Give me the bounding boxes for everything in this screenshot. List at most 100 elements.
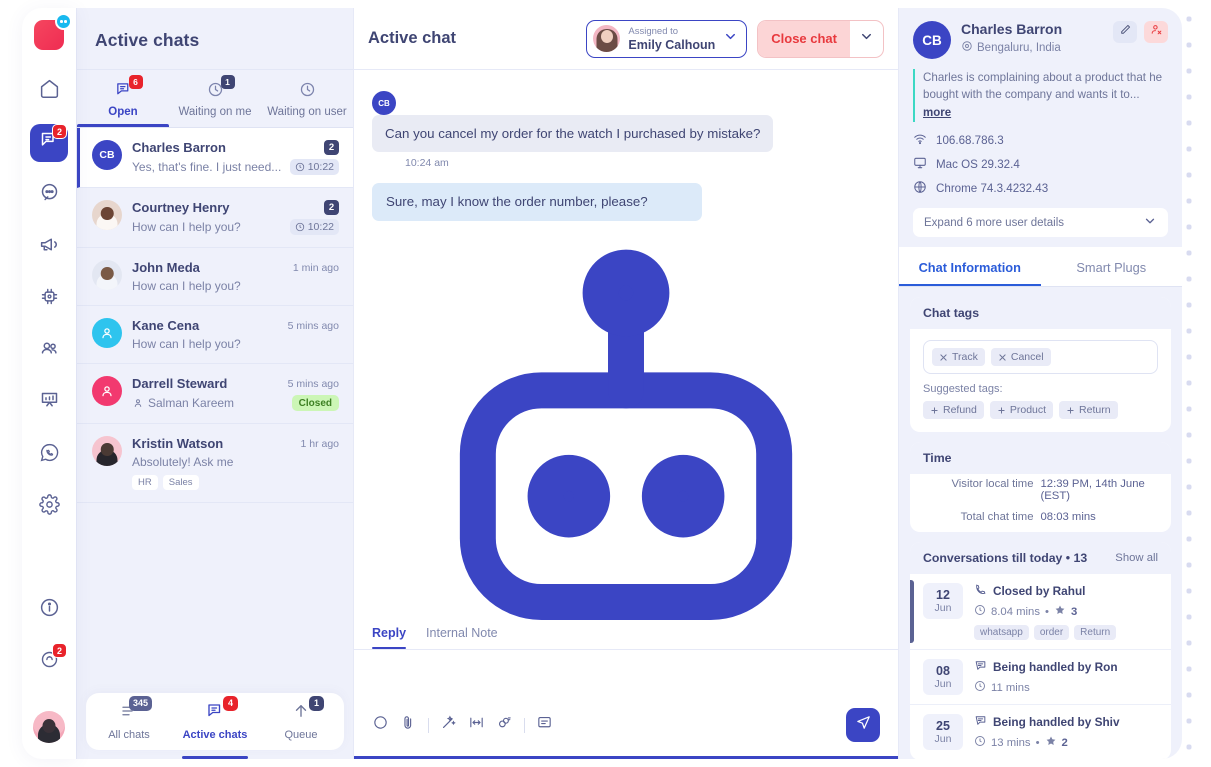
avatar[interactable] (33, 711, 65, 743)
tab-open[interactable]: 6 Open (77, 70, 169, 127)
user-ip-value: 106.68.786.3 (936, 134, 1004, 148)
conversation-status-row: Closed by Rahul (974, 583, 1160, 599)
user-identity: Charles Barron Bengaluru, India (961, 21, 1062, 55)
time-row-key: Total chat time (960, 511, 1034, 524)
tab-chat-information[interactable]: Chat Information (899, 247, 1041, 287)
chat-tag-chip[interactable]: Track (932, 348, 985, 367)
list-item-top: Courtney Henry 2 (132, 200, 339, 215)
list-item-bottom: How can I help you? 10:22 (132, 219, 339, 235)
conversation-date: 12 Jun (923, 583, 963, 620)
app-logo[interactable] (34, 13, 72, 50)
list-item[interactable]: Courtney Henry 2 How can I help you? 10:… (77, 188, 353, 248)
tag-chip[interactable]: HR (132, 475, 158, 490)
bottom-nav-queue[interactable]: 1 Queue (258, 696, 344, 750)
conversation-status: Closed by Rahul (993, 584, 1086, 599)
suggested-tag-chip[interactable]: Refund (923, 401, 984, 420)
list-item[interactable]: Kane Cena 5 mins ago How can I help you? (77, 306, 353, 364)
tag-chip[interactable]: Sales (162, 475, 199, 490)
active-chats-icon (208, 704, 221, 717)
details-body: Chat tags Track Cancel Suggested tags: R… (899, 287, 1182, 759)
page-title: Active chats (77, 8, 353, 70)
open-tab-icon-wrap: 6 (115, 75, 143, 103)
send-button[interactable] (846, 708, 880, 742)
rail-item-home[interactable] (30, 72, 68, 110)
block-user-button[interactable] (1144, 21, 1168, 43)
rail-item-messages[interactable] (30, 176, 68, 214)
clock-icon (300, 82, 314, 97)
conversation-day: 25 (936, 719, 950, 734)
attachment-icon[interactable] (400, 714, 417, 736)
list-item[interactable]: John Meda 1 min ago How can I help you? (77, 248, 353, 306)
close-chat-button[interactable]: Close chat (758, 20, 850, 57)
emoji-icon[interactable] (372, 714, 389, 736)
tab-internal-note[interactable]: Internal Note (426, 626, 498, 649)
rail-item-contacts[interactable] (30, 332, 68, 370)
knowledge-icon[interactable] (496, 714, 513, 736)
close-chat-button-group[interactable]: Close chat (757, 19, 884, 58)
close-icon[interactable] (939, 353, 948, 362)
tab-reply[interactable]: Reply (372, 626, 407, 649)
message-input[interactable] (354, 650, 898, 694)
whatsapp-icon (39, 442, 60, 468)
rail-item-settings[interactable] (30, 488, 68, 526)
show-all-link[interactable]: Show all (1115, 552, 1158, 564)
expand-user-details-button[interactable]: Expand 6 more user details (913, 208, 1168, 238)
suggested-tag-chip[interactable]: Return (1059, 401, 1118, 420)
message-preview: Absolutely! Ask me (132, 455, 234, 469)
rail-item-reports[interactable] (30, 384, 68, 422)
time-row-value: 08:03 mins (1040, 511, 1096, 524)
list-item[interactable]: Darrell Steward 5 mins ago Salman Kareem… (77, 364, 353, 424)
list-item-top: Darrell Steward 5 mins ago (132, 376, 339, 391)
chevron-down-icon (723, 29, 738, 49)
rail-item-notifications[interactable]: 2 (30, 643, 68, 681)
all-chats-icon-wrap: 345 (120, 696, 152, 725)
user-note-more-link[interactable]: more (923, 107, 951, 119)
tab-smart-plugs[interactable]: Smart Plugs (1041, 247, 1183, 286)
tab-badge-open: 6 (128, 75, 143, 89)
people-icon (39, 338, 60, 364)
rail-item-info[interactable] (30, 591, 68, 629)
time-card: Time Visitor local time 12:39 PM, 14th J… (910, 442, 1171, 533)
conversation-row[interactable]: 08 Jun Being handled by Ron 11 mins (910, 650, 1171, 706)
suggested-tag-chip[interactable]: Product (989, 401, 1054, 420)
bottom-nav-active-chats[interactable]: 4 Active chats (172, 696, 258, 759)
clock-icon (295, 162, 304, 172)
conversation-day: 12 (936, 588, 950, 603)
message-preview: How can I help you? (132, 337, 241, 351)
user-meta-browser: Chrome 74.3.4232.43 (913, 180, 1168, 197)
message-composer (354, 650, 898, 759)
conversation-row[interactable]: 12 Jun Closed by Rahul 8.04 mins • 3 wha… (910, 574, 1171, 651)
canned-response-icon[interactable] (536, 714, 553, 736)
assigned-to-dropdown[interactable]: Assigned to Emily Calhoun (586, 19, 748, 58)
list-item-bottom: Absolutely! Ask me (132, 455, 339, 469)
conversation-day: 08 (936, 664, 950, 679)
expand-icon[interactable] (468, 714, 485, 736)
assignee-name: Emily Calhoun (628, 37, 716, 52)
conversation-meta-row: 13 mins • 2 (974, 735, 1160, 750)
rail-item-whatsapp[interactable] (30, 436, 68, 474)
conversation-tag: order (1033, 625, 1070, 641)
rail-item-automation[interactable] (30, 280, 68, 318)
close-chat-dropdown[interactable] (850, 21, 883, 57)
chat-tags-input[interactable]: Track Cancel (923, 340, 1158, 375)
chat-tag-chip[interactable]: Cancel (990, 348, 1051, 367)
rail-item-chats[interactable]: 2 (30, 124, 68, 162)
list-item[interactable]: CB Charles Barron 2 Yes, that's fine. I … (77, 128, 353, 188)
assignee-text: Assigned to Emily Calhoun (628, 26, 715, 52)
edit-user-button[interactable] (1113, 21, 1137, 43)
rail-item-campaigns[interactable] (30, 228, 68, 266)
bottom-nav-all-chats[interactable]: 345 All chats (86, 696, 172, 750)
user-name: Charles Barron (961, 21, 1063, 37)
conversation-month: Jun (934, 678, 952, 691)
magic-wand-icon[interactable] (440, 714, 457, 736)
conversation-row[interactable]: 25 Jun Being handled by Shiv 13 mins • 2 (910, 705, 1171, 759)
user-location: Bengaluru, India (961, 40, 1062, 55)
conversation-month: Jun (934, 733, 952, 746)
user-header: CB Charles Barron Bengaluru, India (913, 21, 1168, 59)
tab-waiting-on-user[interactable]: Waiting on user (261, 70, 353, 127)
conversation-status: Being handled by Shiv (993, 715, 1120, 730)
tab-waiting-on-me[interactable]: 1 Waiting on me (169, 70, 261, 127)
list-item[interactable]: Kristin Watson 1 hr ago Absolutely! Ask … (77, 424, 353, 503)
close-icon[interactable] (998, 353, 1007, 362)
avatar (92, 436, 122, 466)
